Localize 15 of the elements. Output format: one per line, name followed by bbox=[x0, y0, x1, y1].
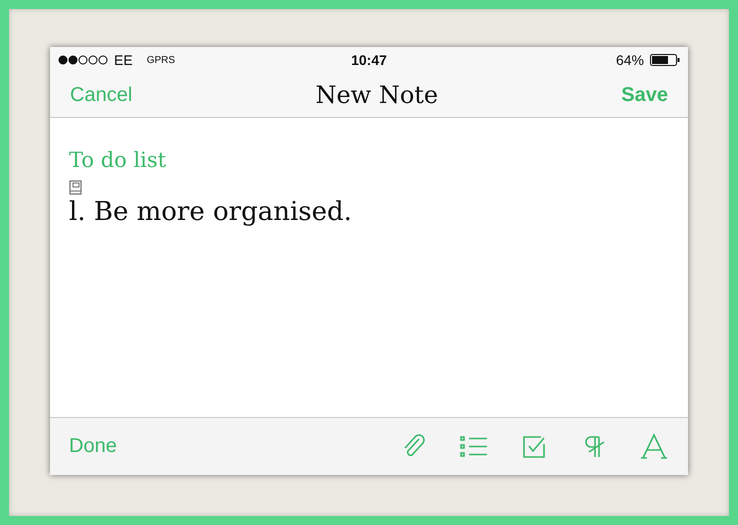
font-button[interactable] bbox=[639, 432, 669, 462]
battery-icon bbox=[650, 54, 680, 66]
carrier-name: EE bbox=[114, 52, 133, 68]
cancel-button[interactable]: Cancel bbox=[70, 84, 132, 106]
clock-time: 10:47 bbox=[351, 52, 387, 68]
signal-icon bbox=[58, 55, 108, 65]
font-icon bbox=[639, 432, 669, 462]
note-body[interactable]: l. Be more organised. bbox=[69, 197, 352, 227]
battery-percent: 64% bbox=[616, 52, 644, 68]
save-button[interactable]: Save bbox=[621, 84, 668, 106]
network-type: GPRS bbox=[146, 54, 176, 66]
note-title[interactable]: To do list bbox=[69, 148, 166, 172]
done-button[interactable]: Done bbox=[69, 435, 117, 458]
screen-title: New Note bbox=[315, 81, 438, 109]
notebook-icon bbox=[69, 180, 82, 195]
